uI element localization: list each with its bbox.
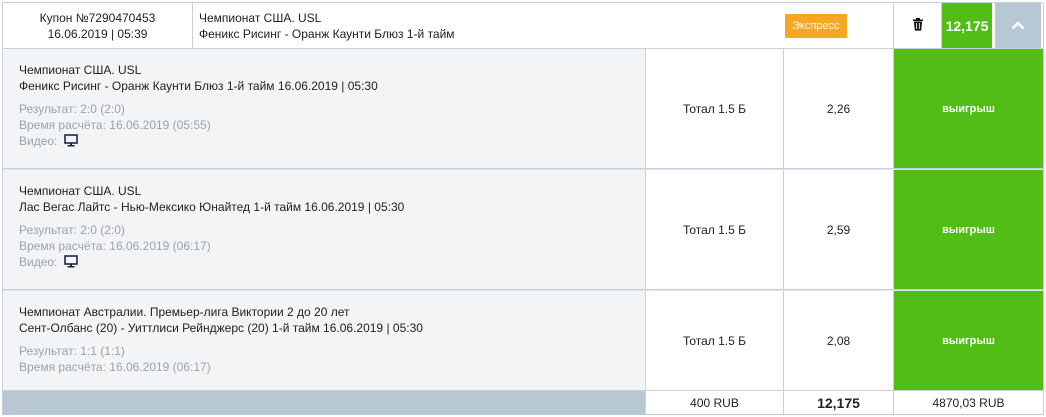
footer-stake: 400 RUB: [645, 391, 783, 414]
coupon-id-block: Купон №7290470453 16.06.2019 | 05:39: [3, 3, 193, 48]
bet-odds: 2,08: [783, 291, 893, 390]
bet-row: Чемпионат США. USL Феникс Рисинг - Оранж…: [3, 49, 1043, 169]
video-row: Видео:: [19, 254, 629, 272]
monitor-icon[interactable]: [63, 255, 78, 272]
event-championship: Чемпионат Австралии. Премьер-лига Виктор…: [19, 305, 350, 319]
video-label: Видео:: [19, 255, 58, 269]
header-championship: Чемпионат США. USL: [199, 11, 322, 25]
header-event-block: Чемпионат США. USL Феникс Рисинг - Оранж…: [199, 10, 455, 42]
event-match: Сент-Олбанс (20) - Уиттлиси Рейнджерс (2…: [19, 321, 423, 335]
event-result: Результат: 2:0 (2:0): [19, 223, 125, 237]
bet-market: Тотал 1.5 Б: [645, 291, 783, 390]
coupon-number: Купон №7290470453: [39, 11, 156, 25]
event-info: Чемпионат США. USL Феникс Рисинг - Оранж…: [3, 49, 645, 168]
bet-odds: 2,26: [783, 49, 893, 168]
coupon-date: 16.06.2019 | 05:39: [47, 27, 148, 41]
delete-button[interactable]: [893, 3, 942, 48]
event-info: Чемпионат США. USL Лас Вегас Лайтс - Нью…: [3, 170, 645, 289]
event-info: Чемпионат Австралии. Премьер-лига Виктор…: [3, 291, 645, 390]
bet-status-win: выигрыш: [893, 291, 1043, 390]
trash-icon: [912, 17, 924, 34]
footer-payout: 4870,03 RUB: [893, 391, 1043, 414]
bet-type-badge: Экспресс: [785, 14, 847, 38]
bet-status-win: выигрыш: [893, 49, 1043, 168]
bet-row: Чемпионат США. USL Лас Вегас Лайтс - Нью…: [3, 170, 1043, 290]
event-match: Лас Вегас Лайтс - Нью-Мексико Юнайтед 1-…: [19, 200, 405, 214]
event-match: Феникс Рисинг - Оранж Каунти Блюз 1-й та…: [19, 79, 378, 93]
event-settled-time: Время расчёта: 16.06.2019 (06:17): [19, 239, 211, 253]
collapse-button[interactable]: [995, 3, 1041, 48]
coupon-card: Купон №7290470453 16.06.2019 | 05:39 Чем…: [2, 2, 1044, 415]
bet-row: Чемпионат Австралии. Премьер-лига Виктор…: [3, 291, 1043, 391]
bet-market: Тотал 1.5 Б: [645, 170, 783, 289]
bet-status-win: выигрыш: [893, 170, 1043, 289]
event-settled-time: Время расчёта: 16.06.2019 (05:55): [19, 118, 211, 132]
event-championship: Чемпионат США. USL: [19, 63, 142, 77]
coupon-header: Купон №7290470453 16.06.2019 | 05:39 Чем…: [3, 3, 1043, 49]
bet-odds: 2,59: [783, 170, 893, 289]
header-match: Феникс Рисинг - Оранж Каунти Блюз 1-й та…: [199, 27, 455, 41]
event-settled-time: Время расчёта: 16.06.2019 (06:17): [19, 360, 211, 374]
video-row: Видео:: [19, 133, 629, 151]
event-result: Результат: 2:0 (2:0): [19, 102, 125, 116]
monitor-icon[interactable]: [63, 134, 78, 151]
header-total-odds: 12,175: [942, 3, 992, 48]
video-label: Видео:: [19, 134, 58, 148]
chevron-up-icon: [1011, 19, 1025, 33]
coupon-footer: 400 RUB 12,175 4870,03 RUB: [3, 391, 1043, 415]
event-championship: Чемпионат США. USL: [19, 184, 142, 198]
bet-market: Тотал 1.5 Б: [645, 49, 783, 168]
footer-total-odds: 12,175: [783, 391, 893, 414]
event-result: Результат: 1:1 (1:1): [19, 344, 125, 358]
